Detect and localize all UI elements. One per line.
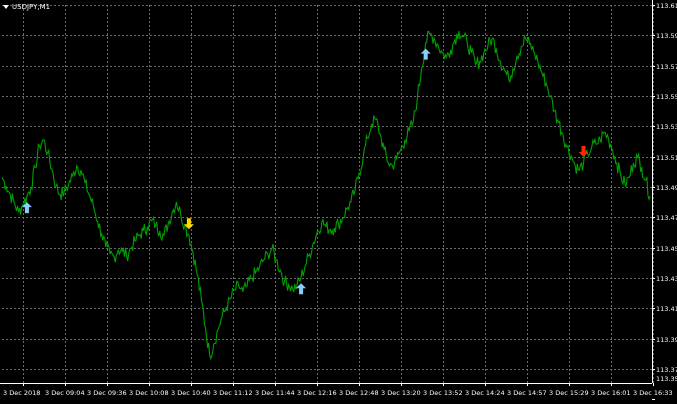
y-tick-label: 113.535 — [656, 123, 677, 131]
x-tick-label: 3 Dec 14:24 — [465, 389, 505, 397]
y-tick-label: 113.495 — [656, 184, 677, 192]
x-tick-label: 3 Dec 15:29 — [549, 389, 589, 397]
y-tick-label: 113.454 — [656, 245, 677, 253]
y-tick-label: 113.619 — [656, 2, 677, 10]
x-tick-label: 3 Dec 16:01 — [591, 389, 631, 397]
y-tick-label: 113.577 — [656, 63, 677, 71]
x-tick-label: 3 Dec 10:40 — [171, 389, 211, 397]
symbol-title[interactable]: USDJPY,M1 — [3, 3, 50, 11]
y-tick-label: 113.358 — [656, 375, 677, 383]
chart-window[interactable]: 113.619 113.598 113.577 113.556 113.535 113.5… — [0, 0, 677, 400]
x-tick-label: 3 Dec 14:57 — [507, 389, 547, 397]
y-tick-label: 113.391 — [656, 336, 677, 344]
x-tick-label: 3 Dec 09:36 — [87, 389, 127, 397]
x-tick-label: 3 Dec 12:48 — [339, 389, 379, 397]
x-tick-label: 3 Dec 2018 — [3, 389, 40, 397]
x-tick-label: 3 Dec 13:52 — [423, 389, 463, 397]
x-tick-label: 3 Dec 09:04 — [45, 389, 85, 397]
x-tick-label: 3 Dec 10:08 — [129, 389, 169, 397]
x-tick-label: 3 Dec 11:44 — [255, 389, 295, 397]
y-tick-label: 113.556 — [656, 93, 677, 101]
y-tick-label: 113.370 — [656, 366, 677, 374]
y-tick-label: 113.598 — [656, 32, 677, 40]
x-tick-label: 3 Dec 16:33 — [633, 389, 673, 397]
y-tick-label: 113.433 — [656, 275, 677, 283]
symbol-label: USDJPY,M1 — [12, 3, 51, 11]
y-tick-label: 113.514 — [656, 154, 677, 162]
x-tick-label: 3 Dec 11:12 — [213, 389, 253, 397]
y-tick-label: 113.475 — [656, 214, 677, 222]
price-chart[interactable]: 113.619 113.598 113.577 113.556 113.535 113.5… — [0, 0, 677, 400]
dropdown-triangle-icon[interactable] — [3, 5, 9, 9]
x-tick-label: 3 Dec 12:16 — [297, 389, 337, 397]
x-tick-label: 3 Dec 13:20 — [381, 389, 421, 397]
y-tick-label: 113.412 — [656, 305, 677, 313]
